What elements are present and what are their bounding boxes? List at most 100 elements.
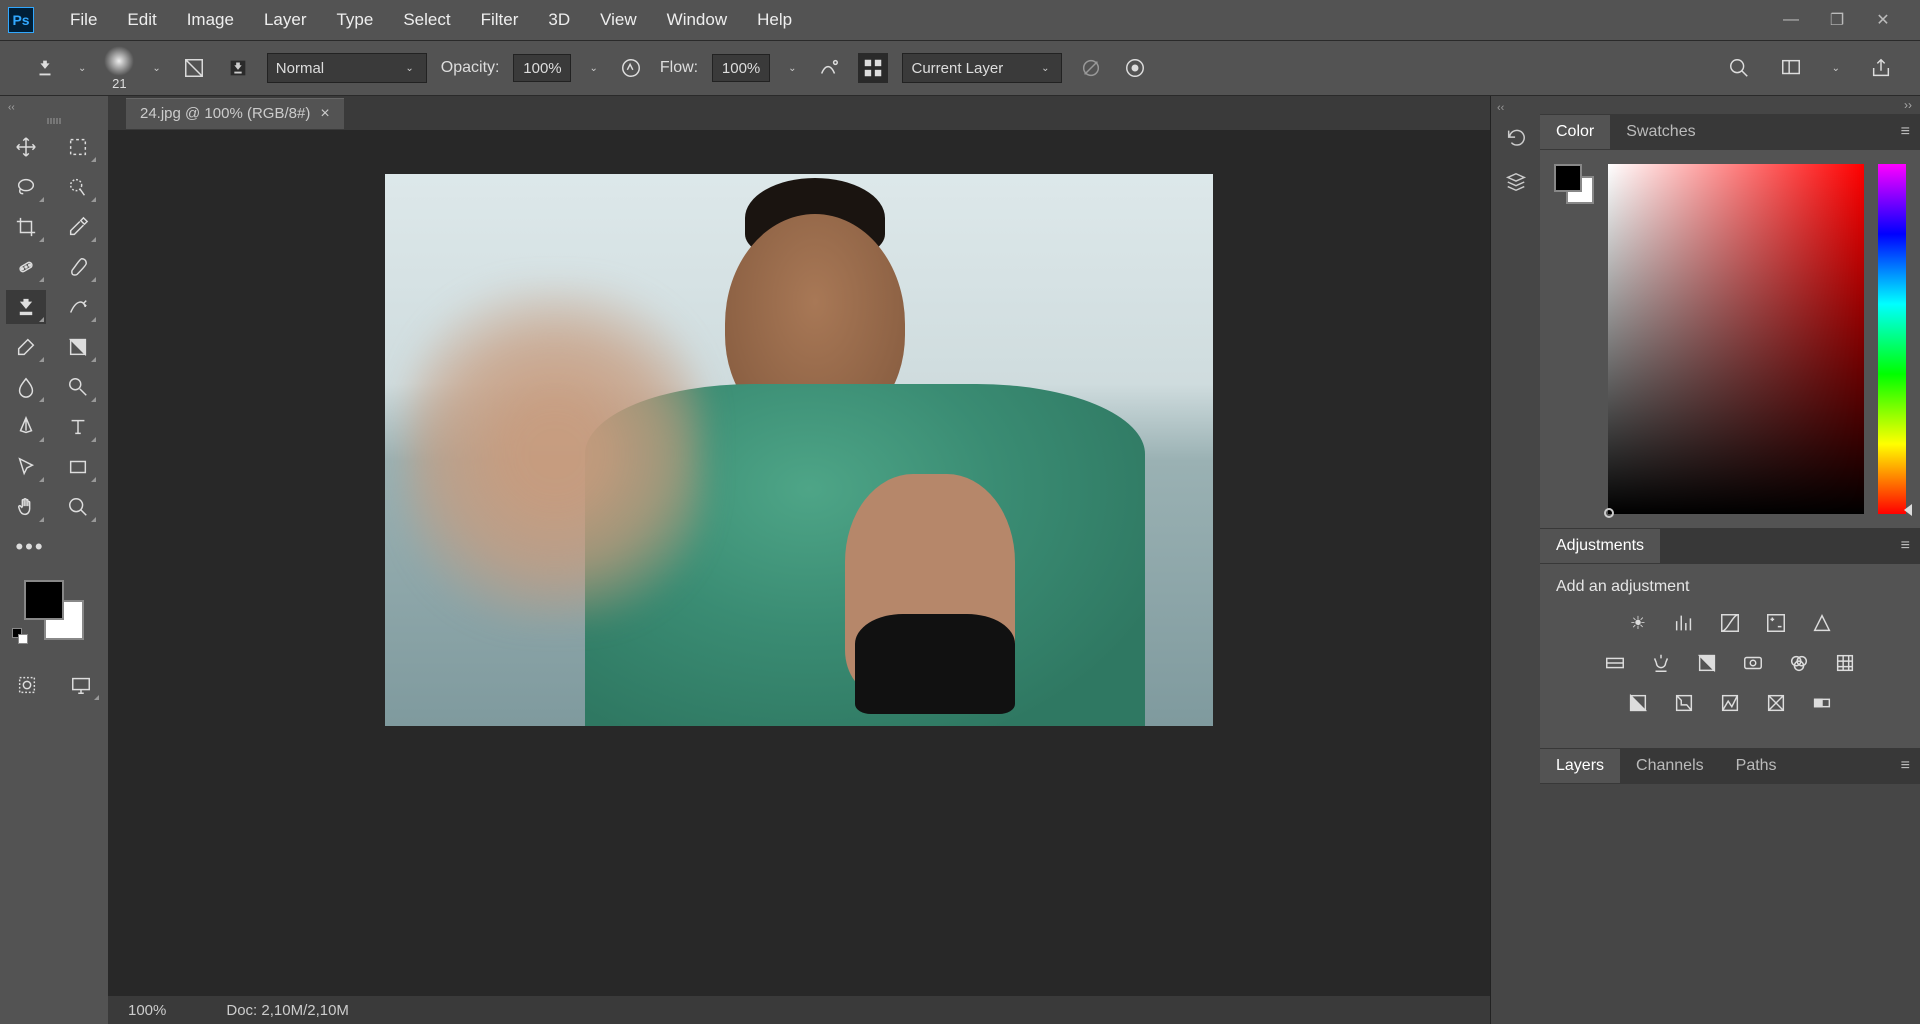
zoom-tool[interactable] [58,490,98,524]
brush-preset-dropdown[interactable]: ⌄ [148,63,164,74]
quick-select-tool[interactable] [58,170,98,204]
invert-icon[interactable] [1625,690,1651,716]
pressure-size-icon[interactable] [1120,53,1150,83]
zoom-level[interactable]: 100% [128,1002,166,1019]
history-panel-icon[interactable] [1496,118,1536,158]
menu-layer[interactable]: Layer [250,4,321,36]
flow-dropdown[interactable]: ⌄ [784,63,800,74]
hue-slider[interactable] [1878,164,1906,514]
panel-menu-icon[interactable]: ≡ [1891,537,1920,555]
menu-edit[interactable]: Edit [113,4,170,36]
workspace-switcher-icon[interactable] [1776,53,1806,83]
share-icon[interactable] [1866,53,1896,83]
workspace-dropdown[interactable]: ⌄ [1828,63,1844,74]
channel-mixer-icon[interactable] [1786,650,1812,676]
pen-tool[interactable] [6,410,46,444]
clone-stamp-tool[interactable] [6,290,46,324]
marquee-tool[interactable] [58,130,98,164]
eraser-tool[interactable] [6,330,46,364]
blur-tool[interactable] [6,370,46,404]
sample-select[interactable]: Current Layer⌄ [902,53,1062,83]
levels-icon[interactable] [1671,610,1697,636]
adjustments-tab[interactable]: Adjustments [1540,529,1660,563]
menu-file[interactable]: File [56,4,111,36]
curves-icon[interactable] [1717,610,1743,636]
panel-color-swatches[interactable] [1554,164,1594,204]
foreground-swatch[interactable] [24,580,64,620]
color-field[interactable] [1608,164,1864,514]
tool-preset-dropdown[interactable]: ⌄ [74,63,90,74]
menu-select[interactable]: Select [389,4,464,36]
eyedropper-tool[interactable] [58,210,98,244]
black-white-icon[interactable] [1694,650,1720,676]
paths-tab[interactable]: Paths [1720,749,1793,783]
dodge-tool[interactable] [58,370,98,404]
vibrance-icon[interactable] [1809,610,1835,636]
doc-info[interactable]: Doc: 2,10M/2,10M [226,1002,349,1019]
layers-tab[interactable]: Layers [1540,749,1620,783]
toolbar-grip[interactable] [34,118,74,124]
brightness-contrast-icon[interactable]: ☀ [1625,610,1651,636]
document-tab[interactable]: 24.jpg @ 100% (RGB/8#) × [126,98,344,129]
posterize-icon[interactable] [1671,690,1697,716]
hand-tool[interactable] [6,490,46,524]
color-field-handle[interactable] [1604,508,1614,518]
opacity-dropdown[interactable]: ⌄ [585,63,601,74]
menu-type[interactable]: Type [322,4,387,36]
menu-view[interactable]: View [586,4,651,36]
panel-menu-icon[interactable]: ≡ [1891,757,1920,775]
hue-saturation-icon[interactable] [1602,650,1628,676]
close-button[interactable]: ✕ [1874,11,1892,29]
default-colors-icon[interactable] [12,628,28,644]
rectangle-tool[interactable] [58,450,98,484]
blend-mode-select[interactable]: Normal⌄ [267,53,427,83]
flow-input[interactable] [712,54,770,82]
menu-help[interactable]: Help [743,4,806,36]
quick-mask-icon[interactable] [7,668,47,702]
menu-3d[interactable]: 3D [534,4,584,36]
brush-panel-toggle-icon[interactable] [179,53,209,83]
screen-mode-icon[interactable] [61,668,101,702]
close-icon[interactable]: × [320,105,329,123]
airbrush-icon[interactable] [814,53,844,83]
healing-brush-tool[interactable] [6,250,46,284]
menu-filter[interactable]: Filter [467,4,533,36]
aligned-toggle-icon[interactable] [858,53,888,83]
color-lookup-icon[interactable] [1832,650,1858,676]
gradient-map-icon[interactable] [1809,690,1835,716]
maximize-button[interactable]: ❐ [1828,11,1846,29]
opacity-input[interactable] [513,54,571,82]
lasso-tool[interactable] [6,170,46,204]
brush-preview[interactable]: 21 [104,46,134,91]
exposure-icon[interactable] [1763,610,1789,636]
panel-menu-icon[interactable]: ≡ [1891,123,1920,141]
hue-handle[interactable] [1904,504,1912,516]
toolbar-collapse-icon[interactable]: ‹‹ [0,102,15,118]
menu-image[interactable]: Image [173,4,248,36]
threshold-icon[interactable] [1717,690,1743,716]
clone-source-panel-icon[interactable] [223,53,253,83]
selective-color-icon[interactable] [1763,690,1789,716]
crop-tool[interactable] [6,210,46,244]
channels-tab[interactable]: Channels [1620,749,1720,783]
brush-tool[interactable] [58,250,98,284]
gradient-tool[interactable] [58,330,98,364]
pressure-opacity-icon[interactable] [616,53,646,83]
ignore-adjustment-icon[interactable] [1076,53,1106,83]
edit-toolbar-button[interactable]: ••• [10,530,50,564]
swatches-tab[interactable]: Swatches [1610,115,1711,149]
path-select-tool[interactable] [6,450,46,484]
move-tool[interactable] [6,130,46,164]
panel-collapse-icon[interactable]: ›› [1904,98,1912,112]
color-swatches[interactable] [24,580,84,640]
libraries-panel-icon[interactable] [1496,162,1536,202]
minimize-button[interactable]: — [1782,11,1800,29]
search-icon[interactable] [1724,53,1754,83]
history-brush-tool[interactable] [58,290,98,324]
clone-stamp-tool-icon[interactable] [30,53,60,83]
color-balance-icon[interactable] [1648,650,1674,676]
dock-collapse-icon[interactable]: ‹‹ [1491,102,1504,114]
menu-window[interactable]: Window [653,4,741,36]
canvas-viewport[interactable] [108,130,1490,996]
color-tab[interactable]: Color [1540,115,1610,149]
